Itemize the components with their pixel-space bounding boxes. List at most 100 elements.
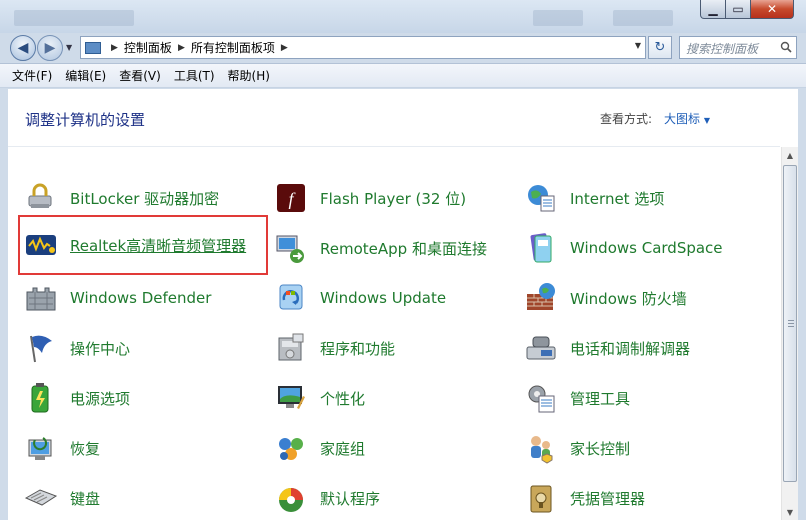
cp-item-default-programs[interactable]: 默认程序 [274,478,380,518]
cp-item-cardspace[interactable]: Windows CardSpace [524,228,723,268]
cp-item-label: Windows CardSpace [570,239,723,257]
background-window-ghost [533,10,583,26]
background-window-ghost [14,10,134,26]
scroll-down-button[interactable]: ▼ [782,504,798,520]
cp-item-credential-manager[interactable]: 凭据管理器 [524,478,645,518]
cp-item-label: Windows Defender [70,289,212,307]
keyboard-icon [24,481,58,515]
cp-item-flash-player[interactable]: f Flash Player (32 位) [274,178,466,218]
cp-item-windows-update[interactable]: Windows Update [274,278,446,318]
address-dropdown[interactable]: ▼ [635,41,641,50]
chevron-down-icon: ▼ [703,116,710,125]
refresh-button[interactable]: ↻ [648,36,672,59]
flash-icon: f [274,181,308,215]
cp-item-label: 键盘 [70,489,101,508]
breadcrumb-control-panel[interactable]: 控制面板 [124,39,172,56]
cp-item-homegroup[interactable]: 家庭组 [274,428,365,468]
back-button[interactable]: ◀ [10,35,36,61]
cp-item-personalization[interactable]: 个性化 [274,378,365,418]
cp-item-label: 程序和功能 [320,339,396,358]
cp-item-label: RemoteApp 和桌面连接 [320,239,487,258]
admin-tools-icon [524,381,558,415]
default-programs-icon [274,481,308,515]
cp-item-label: BitLocker 驱动器加密 [70,189,220,208]
cp-item-label: Internet 选项 [570,189,665,208]
cardspace-icon [524,231,558,265]
defender-icon [24,281,58,315]
scroll-up-button[interactable]: ▲ [782,147,798,163]
cp-item-keyboard[interactable]: 键盘 [24,478,100,518]
credential-manager-icon [524,481,558,515]
cp-item-parental-controls[interactable]: 家长控制 [524,428,630,468]
cp-item-power-options[interactable]: 电源选项 [24,378,130,418]
recent-pages-dropdown[interactable]: ▼ [66,43,72,52]
title-bar: ▁ ▭ ✕ [0,0,806,33]
remoteapp-icon [274,231,308,265]
parental-controls-icon [524,431,558,465]
cp-item-label: Realtek高清晰音频管理器 [70,236,247,255]
menu-tools[interactable]: 工具(T) [174,67,215,84]
menu-view[interactable]: 查看(V) [119,67,161,84]
cp-item-action-center[interactable]: 操作中心 [24,328,130,368]
navigation-bar: ◀ ▶ ▼ ▶ 控制面板 ▶ 所有控制面板项 ▶ ▼ ↻ 搜索控制面板 [0,33,806,63]
address-bar[interactable]: ▶ 控制面板 ▶ 所有控制面板项 ▶ ▼ [80,36,646,59]
menu-edit[interactable]: 编辑(E) [65,67,106,84]
view-mode-dropdown[interactable]: 大图标 ▼ [664,110,710,127]
bitlocker-icon [24,181,58,215]
windows-update-icon [274,281,308,315]
cp-item-windows-defender[interactable]: Windows Defender [24,278,211,318]
refresh-icon: ↻ [654,40,666,55]
arrow-left-icon: ◀ [17,40,29,56]
cp-item-label: 恢复 [70,439,101,458]
menu-help[interactable]: 帮助(H) [228,67,270,84]
cp-item-bitlocker[interactable]: BitLocker 驱动器加密 [24,178,219,218]
action-center-flag-icon [24,331,58,365]
breadcrumb-all-items[interactable]: 所有控制面板项 [191,39,275,56]
cp-item-label: 凭据管理器 [570,489,646,508]
background-window-ghost [613,10,673,26]
maximize-button[interactable]: ▭ [725,0,751,19]
scroll-grip [788,323,794,324]
cp-item-remoteapp[interactable]: RemoteApp 和桌面连接 [274,228,487,268]
cp-item-label: Flash Player (32 位) [320,189,467,208]
forward-button[interactable]: ▶ [37,35,63,61]
search-input[interactable]: 搜索控制面板 [679,36,797,59]
cp-item-realtek-audio[interactable]: Realtek高清晰音频管理器 [18,215,268,275]
close-button[interactable]: ✕ [750,0,794,19]
homegroup-icon [274,431,308,465]
firewall-icon [524,281,558,315]
breadcrumb-separator[interactable]: ▶ [111,43,118,53]
cp-item-label: 电源选项 [70,389,131,408]
realtek-audio-icon [24,228,58,262]
cp-item-admin-tools[interactable]: 管理工具 [524,378,630,418]
scroll-grip [788,320,794,321]
cp-item-label: Windows 防火墙 [570,289,687,308]
cp-item-label: 默认程序 [320,489,381,508]
recovery-icon [24,431,58,465]
minimize-button[interactable]: ▁ [700,0,726,19]
personalization-icon [274,381,308,415]
view-by-label: 查看方式: [600,112,653,126]
cp-item-programs-features[interactable]: 程序和功能 [274,328,395,368]
cp-item-label: 电话和调制解调器 [570,339,691,358]
menu-file[interactable]: 文件(F) [12,67,52,84]
cp-item-label: 家庭组 [320,439,366,458]
cp-item-label: 管理工具 [570,389,631,408]
cp-item-label: 个性化 [320,389,366,408]
cp-item-phone-modem[interactable]: 电话和调制解调器 [524,328,690,368]
cp-item-recovery[interactable]: 恢复 [24,428,100,468]
cp-item-windows-firewall[interactable]: Windows 防火墙 [524,278,687,318]
cp-item-internet-options[interactable]: Internet 选项 [524,178,664,218]
internet-options-icon [524,181,558,215]
vertical-scrollbar[interactable]: ▲ ▼ [781,147,798,520]
scroll-grip [788,326,794,327]
menu-bar: 文件(F) 编辑(E) 查看(V) 工具(T) 帮助(H) [0,63,806,88]
scrollbar-thumb[interactable] [783,165,797,482]
breadcrumb-separator[interactable]: ▶ [281,43,288,53]
control-panel-icon [85,41,101,54]
breadcrumb-separator[interactable]: ▶ [178,43,185,53]
search-placeholder: 搜索控制面板 [686,42,759,56]
page-title: 调整计算机的设置 [25,111,146,129]
power-icon [24,381,58,415]
cp-item-label: Windows Update [320,289,447,307]
